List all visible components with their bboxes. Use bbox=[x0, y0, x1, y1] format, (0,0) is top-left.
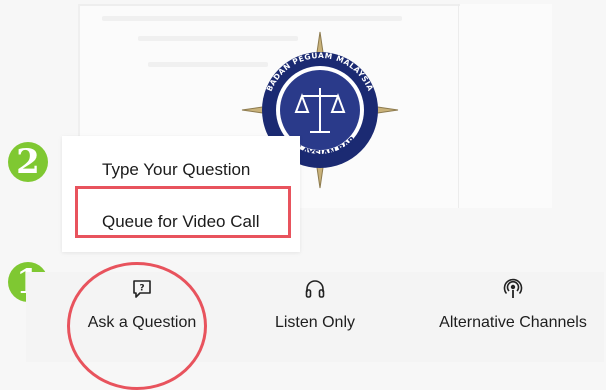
step-badge-two: 2 bbox=[8, 142, 48, 182]
menu-item-type-question[interactable]: Type Your Question bbox=[102, 160, 250, 180]
highlight-ask-question-circle bbox=[67, 262, 207, 390]
background-text-line bbox=[102, 16, 402, 21]
alternative-channels-label: Alternative Channels bbox=[439, 314, 587, 331]
listen-only-button[interactable]: Listen Only bbox=[240, 278, 390, 358]
alternative-channels-button[interactable]: Alternative Channels bbox=[420, 278, 606, 358]
podcast-icon bbox=[503, 278, 523, 298]
headphones-icon bbox=[305, 280, 325, 298]
listen-only-label: Listen Only bbox=[274, 314, 356, 331]
divider bbox=[458, 4, 459, 208]
highlight-queue-video-call bbox=[75, 186, 291, 238]
